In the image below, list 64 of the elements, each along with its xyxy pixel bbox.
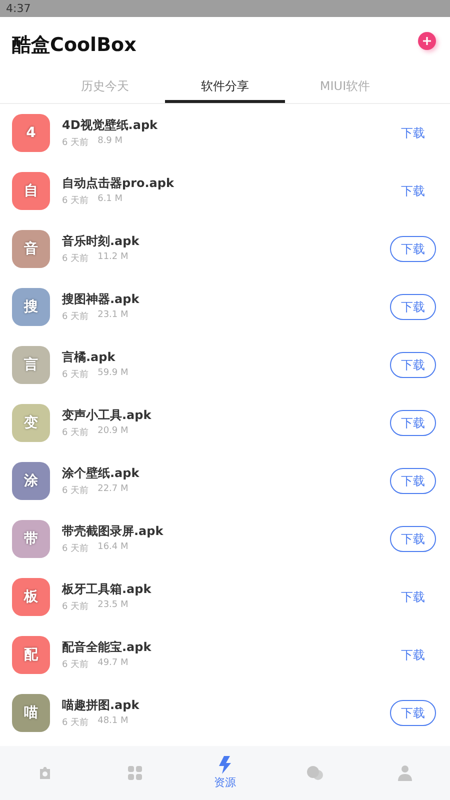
- app-icon: 自: [12, 172, 50, 210]
- app-icon: 音: [12, 230, 50, 268]
- lightning-icon: [219, 756, 231, 774]
- app-icon: 涂: [12, 462, 50, 500]
- app-size: 8.9 M: [98, 136, 123, 148]
- app-size: 59.9 M: [98, 368, 128, 380]
- app-size: 49.7 M: [98, 658, 128, 670]
- app-name: 带壳截图录屏.apk: [62, 523, 164, 540]
- app-icon: 带: [12, 520, 50, 558]
- app-age: 6 天前: [62, 600, 89, 613]
- app-size: 20.9 M: [98, 426, 128, 438]
- plus-icon: [423, 36, 431, 44]
- chat-icon: [306, 765, 324, 781]
- app-icon: 喵: [12, 694, 50, 732]
- person-icon: [398, 765, 412, 781]
- download-button[interactable]: 下载: [390, 526, 436, 552]
- app-size: 11.2 M: [98, 252, 128, 264]
- tab[interactable]: 历史今天: [45, 72, 165, 103]
- tab[interactable]: 软件分享: [165, 72, 285, 103]
- app-age: 6 天前: [62, 368, 89, 381]
- app-age: 6 天前: [62, 658, 89, 671]
- app-age: 6 天前: [62, 484, 89, 497]
- app-size: 22.7 M: [98, 484, 128, 496]
- download-button[interactable]: 下载: [390, 700, 436, 726]
- download-button[interactable]: 下载: [390, 236, 436, 262]
- app-name: 板牙工具箱.apk: [62, 581, 152, 598]
- app-name: 自动点击器pro.apk: [62, 175, 175, 192]
- download-button[interactable]: 下载: [390, 410, 436, 436]
- nav-item[interactable]: 资源: [180, 746, 270, 800]
- app-icon: 板: [12, 578, 50, 616]
- app-icon: 言: [12, 346, 50, 384]
- download-button[interactable]: 下载: [390, 294, 436, 320]
- app-name: 配音全能宝.apk: [62, 639, 152, 656]
- status-time: 4:37: [6, 2, 31, 15]
- add-button[interactable]: [418, 32, 436, 50]
- app-name: 变声小工具.apk: [62, 407, 152, 424]
- app-name: 言橘.apk: [62, 349, 116, 366]
- app-age: 6 天前: [62, 426, 89, 439]
- grid-icon: [127, 765, 143, 781]
- app-age: 6 天前: [62, 136, 89, 149]
- download-button[interactable]: 下载: [390, 468, 436, 494]
- app-name: 搜图神器.apk: [62, 291, 140, 308]
- app-age: 6 天前: [62, 542, 89, 555]
- app-name: 音乐时刻.apk: [62, 233, 140, 250]
- camera-icon: [37, 765, 53, 781]
- app-size: 23.5 M: [98, 600, 128, 612]
- app-icon: 4: [12, 114, 50, 152]
- app-age: 6 天前: [62, 716, 89, 729]
- app-icon: 搜: [12, 288, 50, 326]
- app-age: 6 天前: [62, 194, 89, 207]
- app-name: 喵趣拼图.apk: [62, 697, 140, 714]
- app-size: 16.4 M: [98, 542, 128, 554]
- app-size: 48.1 M: [98, 716, 128, 728]
- app-size: 6.1 M: [98, 194, 123, 206]
- app-title: 酷盒CoolBox: [12, 32, 136, 58]
- tab[interactable]: MIUI软件: [285, 72, 405, 103]
- app-name: 涂个壁纸.apk: [62, 465, 140, 482]
- app-icon: 变: [12, 404, 50, 442]
- app-size: 23.1 M: [98, 310, 128, 322]
- app-name: 4D视觉壁纸.apk: [62, 117, 159, 134]
- app-age: 6 天前: [62, 310, 89, 323]
- app-age: 6 天前: [62, 252, 89, 265]
- app-icon: 配: [12, 636, 50, 674]
- download-button[interactable]: 下载: [390, 352, 436, 378]
